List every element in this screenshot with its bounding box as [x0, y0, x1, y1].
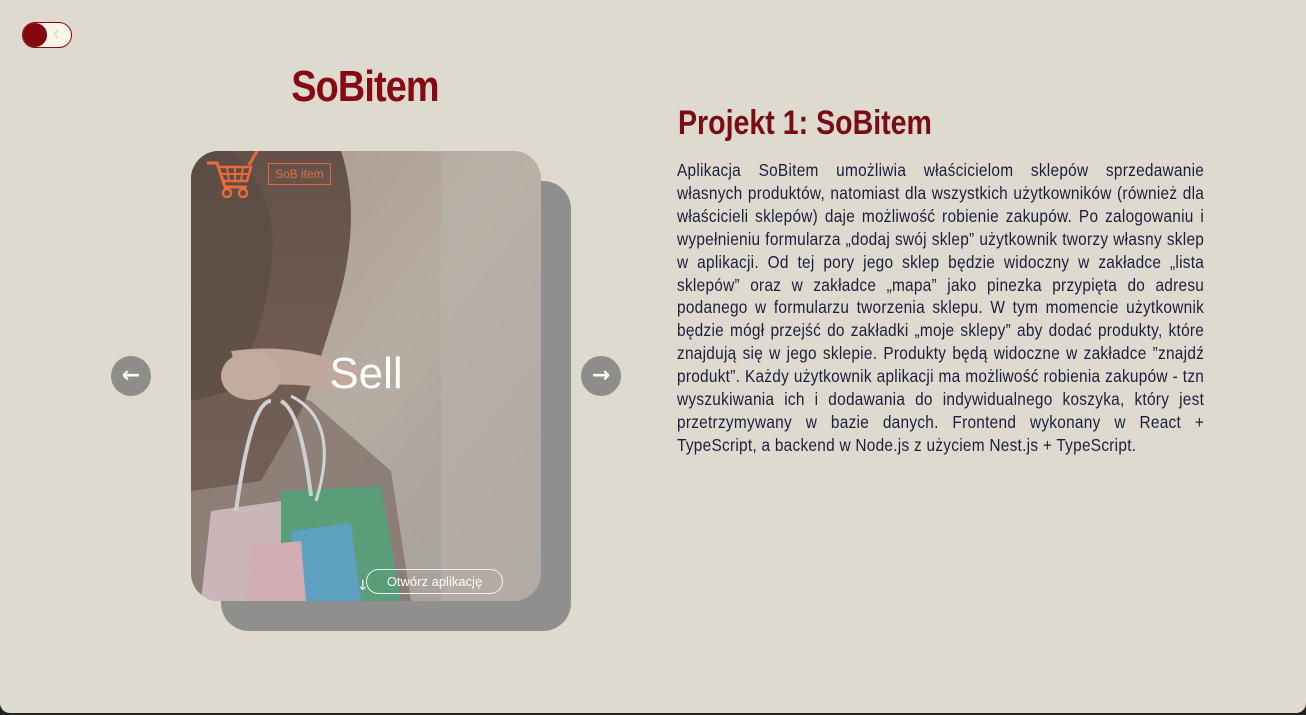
theme-toggle[interactable]: ☾: [22, 22, 72, 48]
project-card[interactable]: SoB item Sell ↓ Otwórz aplikację: [191, 151, 541, 601]
shopping-cart-icon: [207, 151, 259, 199]
brand-logo-text: SoB item: [268, 163, 331, 185]
project-description: Aplikacja SoBitem umożliwia właścicielom…: [677, 160, 1205, 455]
app-title: SoBitem: [291, 62, 439, 111]
prev-arrow-button[interactable]: ←: [111, 356, 151, 396]
portfolio-page: ☾ SoBitem SoB item Sell ↓ Otwórz aplikac…: [0, 0, 1306, 713]
card-label: Sell: [329, 349, 403, 398]
toggle-knob: [23, 23, 47, 47]
project-heading: Projekt 1: SoBitem: [678, 104, 932, 142]
moon-icon: ☾: [53, 28, 63, 41]
open-app-button[interactable]: Otwórz aplikację: [366, 569, 503, 594]
next-arrow-button[interactable]: →: [581, 356, 621, 396]
